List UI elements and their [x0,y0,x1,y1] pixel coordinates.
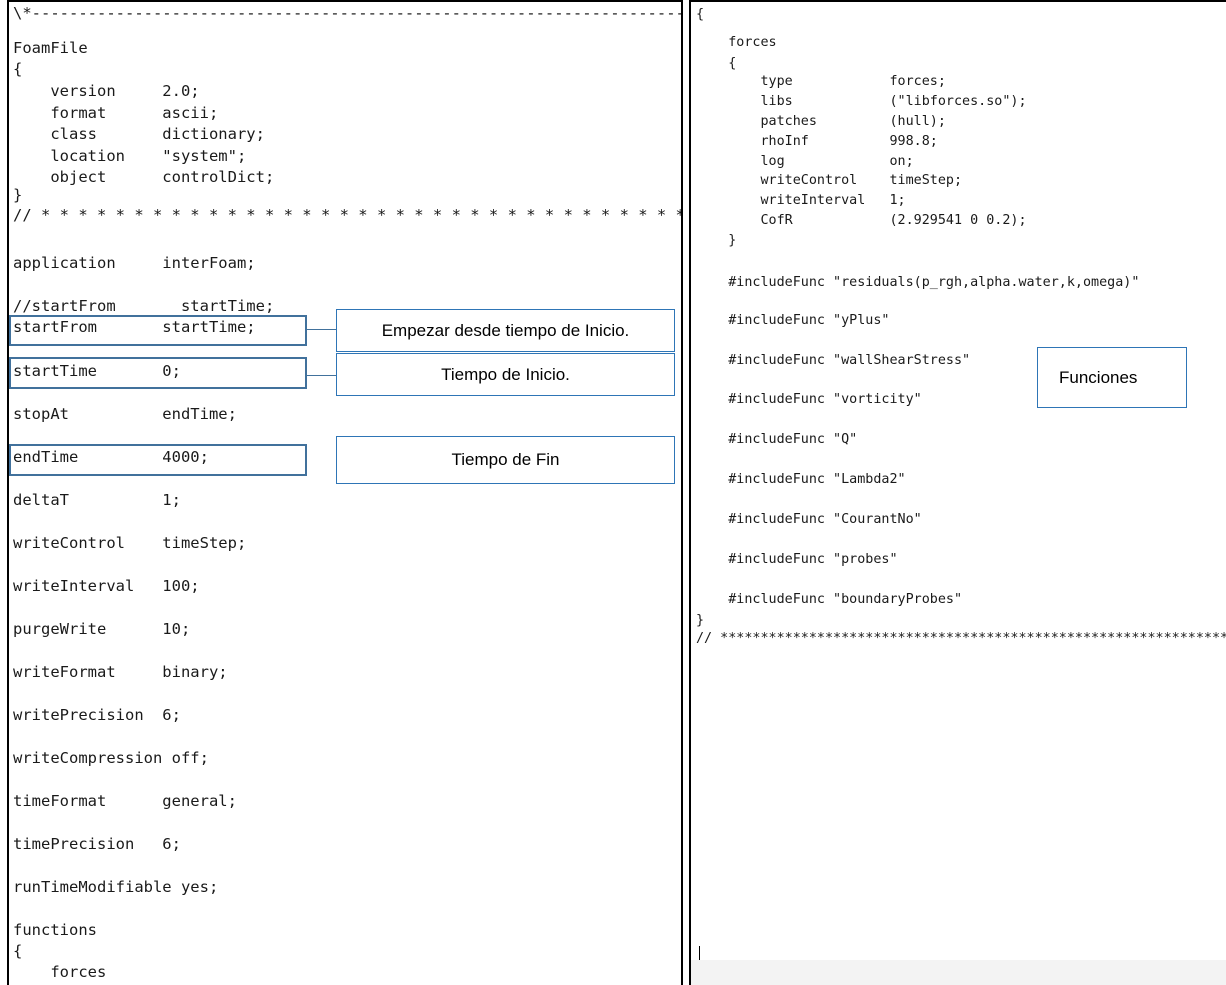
code-line: //startFrom startTime; [13,297,275,315]
code-line: #includeFunc "yPlus" [696,313,890,328]
code-line: timeFormat general; [13,792,237,810]
code-line: writeInterval 100; [13,577,200,595]
code-line: #includeFunc "Q" [696,432,858,447]
code-line: { [13,60,23,78]
callout-end-time: Tiempo de Fin [336,436,675,484]
code-line: timePrecision 6; [13,835,181,853]
code-line: \*--------------------------------------… [13,4,683,22]
code-line: writeControl timeStep; [13,534,247,552]
code-line: purgeWrite 10; [13,620,191,638]
code-line: version 2.0; [13,82,200,100]
code-line: format ascii; [13,104,219,122]
callout-connector [307,375,336,376]
code-line: FoamFile [13,39,88,57]
code-line: // *************************************… [696,631,1226,646]
code-line: writeInterval 1; [696,193,906,208]
callout-functions: Funciones [1037,347,1187,408]
code-line: object controlDict; [13,168,275,186]
highlight-start-time [9,357,307,389]
code-line: { [696,56,737,71]
bottom-strip [691,960,1226,985]
code-line: patches (hull); [696,114,946,129]
code-line: } [696,233,737,248]
code-line: application interFoam; [13,254,256,272]
code-line: libs ("libforces.so"); [696,94,1027,109]
highlight-start-from [9,315,307,346]
code-line: writeControl timeStep; [696,173,963,188]
code-line: { [13,942,23,960]
left-code-panel: \*--------------------------------------… [7,0,683,985]
code-line: #includeFunc "CourantNo" [696,512,922,527]
code-line: functions [13,921,97,939]
code-line: // * * * * * * * * * * * * * * * * * * *… [13,206,683,224]
code-line: forces [696,35,777,50]
code-line: writePrecision 6; [13,706,181,724]
code-line: type forces; [696,74,946,89]
code-line: #includeFunc "wallShearStress" [696,353,971,368]
code-line: location "system"; [13,147,247,165]
code-line: forces [13,963,107,981]
code-line: deltaT 1; [13,491,181,509]
code-line: #includeFunc "Lambda2" [696,472,906,487]
code-line: } [13,186,23,204]
code-line: CofR (2.929541 0 0.2); [696,213,1027,228]
callout-start-from: Empezar desde tiempo de Inicio. [336,309,675,352]
code-line: #includeFunc "residuals(p_rgh,alpha.wate… [696,275,1140,290]
code-line: writeCompression off; [13,749,209,767]
right-code-panel: { forces { type forces; libs ("libforces… [689,0,1226,985]
highlight-end-time [9,444,307,476]
code-line: #includeFunc "probes" [696,552,898,567]
code-line: log on; [696,154,914,169]
code-line: #includeFunc "vorticity" [696,392,922,407]
callout-connector [307,329,336,330]
code-line: runTimeModifiable yes; [13,878,219,896]
code-line: stopAt endTime; [13,405,237,423]
code-line: rhoInf 998.8; [696,134,938,149]
code-line: writeFormat binary; [13,663,228,681]
code-line: #includeFunc "boundaryProbes" [696,592,963,607]
code-line: } [696,613,705,628]
code-line: { [696,7,705,22]
callout-start-time: Tiempo de Inicio. [336,353,675,396]
code-line: class dictionary; [13,125,265,143]
